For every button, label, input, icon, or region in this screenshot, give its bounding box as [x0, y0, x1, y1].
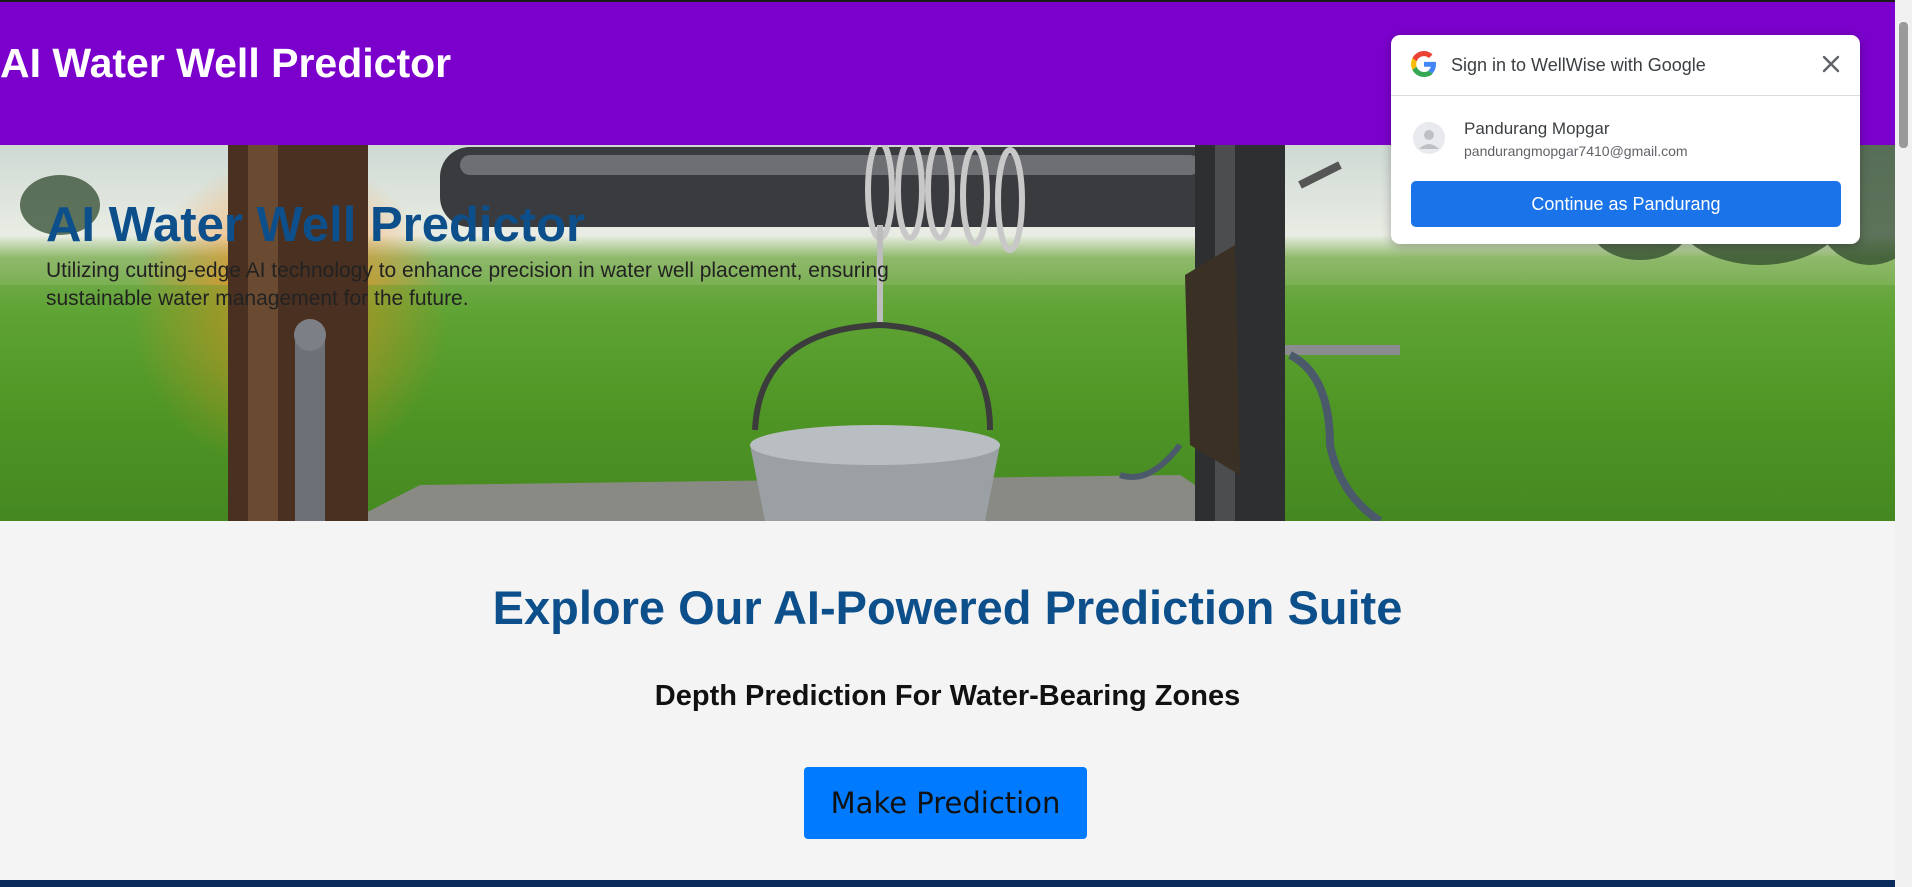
google-signin-popup: Sign in to WellWise with Google Panduran… [1391, 35, 1860, 244]
avatar-icon [1413, 122, 1445, 154]
close-icon[interactable] [1816, 49, 1846, 79]
hero-title: AI Water Well Predictor [46, 198, 586, 252]
google-logo-icon [1411, 51, 1436, 77]
hero-subtitle: Utilizing cutting-edge AI technology to … [46, 259, 889, 310]
account-name: Pandurang Mopgar [1464, 119, 1610, 138]
footer-edge [0, 880, 1895, 887]
continue-as-button[interactable]: Continue as Pandurang [1411, 181, 1841, 227]
make-prediction-button[interactable]: Make Prediction [804, 767, 1087, 839]
scrollbar-thumb[interactable] [1899, 22, 1908, 148]
vertical-scrollbar[interactable] [1895, 0, 1912, 887]
popup-title: Sign in to WellWise with Google [1451, 55, 1706, 75]
suite-heading: Explore Our AI-Powered Prediction Suite [492, 581, 1403, 634]
depth-prediction-heading: Depth Prediction For Water-Bearing Zones [654, 680, 1241, 712]
header-title: AI Water Well Predictor [0, 40, 452, 86]
popup-divider [1391, 95, 1860, 96]
account-email: pandurangmopgar7410@gmail.com [1464, 143, 1688, 159]
